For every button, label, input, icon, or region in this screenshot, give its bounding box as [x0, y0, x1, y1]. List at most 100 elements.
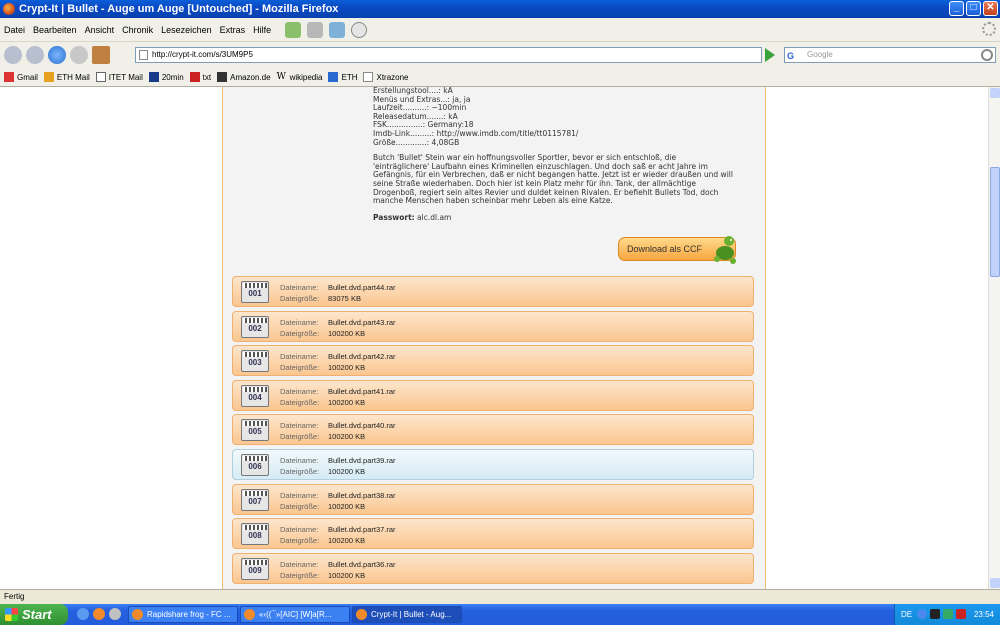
filesize-label: Dateigröße:	[280, 501, 320, 511]
clapperboard-icon: 002	[241, 315, 269, 338]
file-row[interactable]: 008 Dateiname: Bullet.dvd.part37.rar Dateig…	[232, 518, 754, 550]
start-button[interactable]: Start	[0, 604, 68, 625]
password-value: alc.dl.am	[417, 212, 452, 222]
scroll-down-arrow-icon[interactable]	[990, 578, 1000, 588]
bookmark-label: wikipedia	[289, 72, 323, 82]
bookmark-label: Amazon.de	[230, 72, 271, 82]
download-ccf-button[interactable]: Download als CCF	[618, 236, 736, 264]
quicklaunch-ie-icon[interactable]	[77, 608, 89, 620]
file-number: 001	[248, 289, 262, 298]
security-icon[interactable]	[943, 609, 953, 619]
menu-extras[interactable]: Extras	[220, 25, 246, 35]
url-text[interactable]: http://crypt-it.com/s/3UM9P5	[152, 50, 253, 59]
maximize-button[interactable]: □	[966, 1, 981, 16]
language-indicator[interactable]: DE	[901, 604, 912, 625]
quicklaunch-firefox-icon[interactable]	[93, 608, 105, 620]
filename-value: Bullet.dvd.part43.rar	[328, 317, 396, 327]
task-rapidshare[interactable]: Rapidshare frog - FC ...	[128, 606, 238, 623]
bookmark-xtrazone[interactable]: Xtrazone	[363, 72, 409, 82]
file-row[interactable]: 001 Dateiname: Bullet.dvd.part44.rar Dateig…	[232, 276, 754, 307]
filesize-value: 100200 KB	[328, 536, 366, 546]
bookmark-label: 20min	[161, 72, 184, 82]
filesize-label: Dateigröße:	[280, 363, 320, 373]
filename-label: Dateiname:	[280, 559, 319, 569]
file-number: 006	[248, 462, 262, 471]
search-icon[interactable]	[981, 49, 993, 61]
vertical-scrollbar[interactable]	[988, 87, 1000, 589]
clapperboard-icon: 004	[241, 384, 269, 407]
bookmark-eth[interactable]: ETH	[328, 72, 357, 82]
clapperboard-icon: 006	[241, 454, 269, 476]
file-row[interactable]: 009 Dateiname: Bullet.dvd.part36.rar Dateig…	[232, 552, 754, 584]
reload-button[interactable]	[48, 46, 66, 64]
menu-hilfe[interactable]: Hilfe	[253, 25, 271, 35]
url-bar[interactable]: http://crypt-it.com/s/3UM9P5	[135, 47, 762, 63]
bookmark-label: Gmail	[17, 72, 38, 82]
forward-button[interactable]	[26, 46, 44, 64]
bluetooth-icon[interactable]	[930, 609, 940, 619]
filesize-value: 100200 KB	[328, 467, 366, 476]
window-titlebar: Crypt-It | Bullet - Auge um Auge [Untouc…	[0, 0, 1000, 18]
password-row: Passwort: alc.dl.am	[373, 212, 733, 223]
bookmark-20min[interactable]: 20min	[148, 72, 184, 82]
file-number: 009	[248, 565, 262, 575]
filename-value: Bullet.dvd.part36.rar	[328, 559, 396, 569]
page-icon	[139, 50, 148, 60]
bookmark-txt[interactable]: txt	[189, 72, 211, 82]
scroll-up-arrow-icon[interactable]	[990, 88, 1000, 98]
new-window-icon[interactable]	[329, 21, 346, 38]
menu-ansicht[interactable]: Ansicht	[85, 25, 115, 35]
filename-value: Bullet.dvd.part42.rar	[328, 352, 396, 362]
menu-bearbeiten[interactable]: Bearbeiten	[33, 25, 77, 35]
bookmark-gmail[interactable]: Gmail	[4, 72, 38, 82]
filename-label: Dateiname:	[280, 386, 319, 396]
filesize-value: 83075 KB	[328, 294, 361, 303]
info-line: Größe.............: 4,08GB	[373, 137, 460, 147]
bookmark-amazon[interactable]: Amazon.de	[217, 72, 271, 82]
antivirus-icon[interactable]	[956, 609, 966, 619]
turtle-mascot-icon	[714, 236, 736, 264]
file-row[interactable]: 005 Dateiname: Bullet.dvd.part40.rar Dateig…	[232, 414, 754, 446]
filename-label: Dateiname:	[280, 283, 319, 292]
search-input[interactable]: G Google	[784, 47, 996, 63]
file-row[interactable]: 006 Dateiname: Bullet.dvd.part39.rar Dateig…	[232, 449, 754, 480]
task-label: Crypt-It | Bullet - Aug...	[371, 610, 452, 619]
menu-lesezeichen[interactable]: Lesezeichen	[161, 25, 212, 35]
bookmark-wikipedia[interactable]: Wwikipedia	[277, 72, 323, 82]
google-icon[interactable]: G	[787, 49, 799, 61]
task-aic[interactable]: «‹((¯»[AIC] [W]a[R...	[240, 606, 350, 623]
filename-label: Dateiname:	[280, 490, 319, 500]
filename-label: Dateiname:	[280, 421, 319, 431]
menu-datei[interactable]: Datei	[4, 25, 25, 35]
scrollbar-thumb[interactable]	[990, 167, 1000, 277]
stop-button[interactable]	[70, 46, 88, 64]
go-button[interactable]	[765, 48, 775, 62]
start-label: Start	[22, 607, 52, 622]
status-text: Fertig	[4, 592, 25, 601]
file-number: 003	[248, 358, 262, 368]
file-row[interactable]: 004 Dateiname: Bullet.dvd.part41.rar Dateig…	[232, 379, 754, 411]
download-icon[interactable]	[285, 21, 302, 38]
search-placeholder: Google	[807, 50, 833, 59]
task-crypt-it[interactable]: Crypt-It | Bullet - Aug...	[352, 606, 462, 623]
quicklaunch-app-icon[interactable]	[109, 608, 121, 620]
clapperboard-icon: 003	[241, 350, 269, 373]
network-icon[interactable]	[917, 609, 927, 619]
file-row[interactable]: 007 Dateiname: Bullet.dvd.part38.rar Dateig…	[232, 483, 754, 515]
back-button[interactable]	[4, 46, 22, 64]
minimize-button[interactable]: _	[949, 1, 964, 16]
amazon-icon	[217, 72, 228, 82]
menu-chronik[interactable]: Chronik	[122, 25, 153, 35]
home-button[interactable]	[92, 46, 110, 64]
wikipedia-icon: W	[276, 72, 286, 82]
file-row[interactable]: 003 Dateiname: Bullet.dvd.part42.rar Dateig…	[232, 345, 754, 377]
file-row[interactable]: 002 Dateiname: Bullet.dvd.part43.rar Dateig…	[232, 310, 754, 342]
windows-logo-icon	[5, 608, 18, 621]
bookmark-itet-mail[interactable]: ITET Mail	[95, 72, 143, 82]
close-button[interactable]: ✕	[983, 1, 998, 16]
clock-icon[interactable]	[351, 21, 368, 38]
task-label: Rapidshare frog - FC ...	[147, 610, 231, 619]
print-icon[interactable]	[307, 21, 324, 38]
bookmark-eth-mail[interactable]: ETH Mail	[43, 72, 90, 82]
status-bar: Fertig	[0, 589, 1000, 604]
